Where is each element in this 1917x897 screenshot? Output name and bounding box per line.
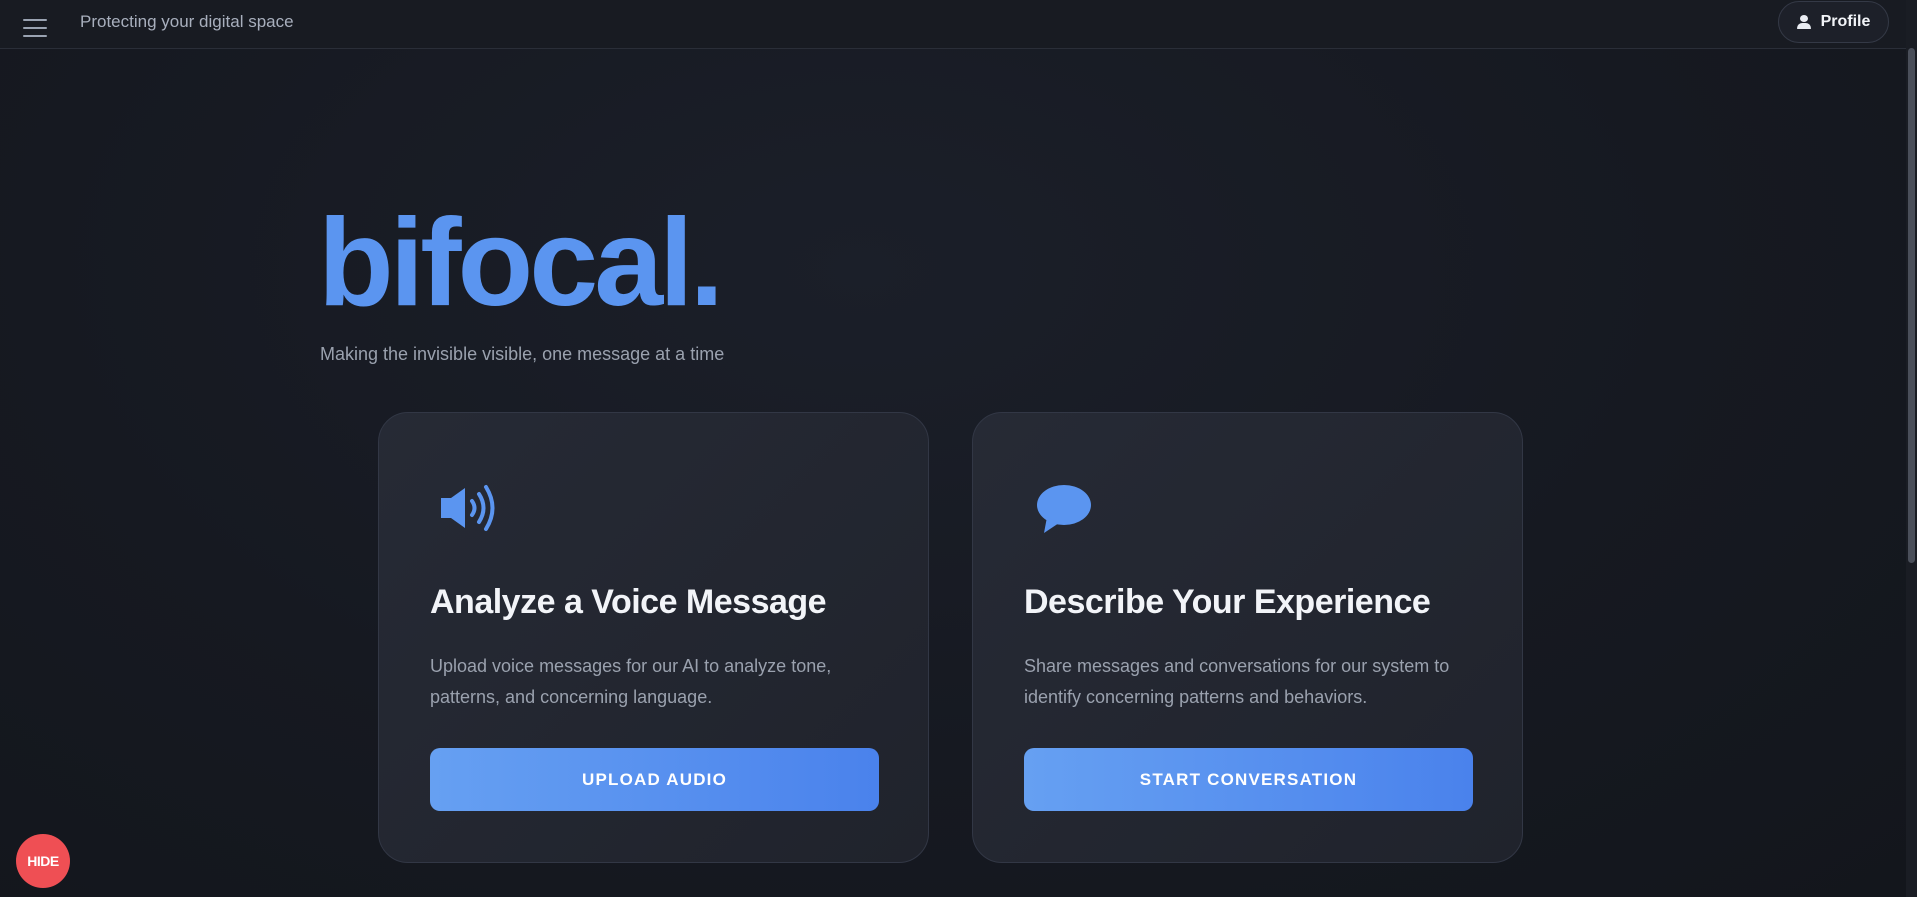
hide-button[interactable]: HIDE	[16, 834, 70, 888]
profile-button[interactable]: Profile	[1778, 1, 1889, 43]
voice-message-card: Analyze a Voice Message Upload voice mes…	[378, 412, 929, 863]
speech-bubble-icon	[1033, 481, 1095, 535]
speaker-icon	[439, 481, 501, 535]
describe-experience-card: Describe Your Experience Share messages …	[972, 412, 1523, 863]
menu-line	[23, 35, 47, 37]
profile-button-label: Profile	[1820, 13, 1871, 30]
menu-line	[23, 19, 47, 21]
brand-logo-text: bifocal.	[318, 194, 724, 332]
card-title: Analyze a Voice Message	[430, 583, 827, 621]
page: Protecting your digital space Profile bi…	[0, 0, 1917, 897]
header-tagline: Protecting your digital space	[80, 12, 294, 31]
scrollbar-thumb[interactable]	[1908, 48, 1915, 563]
upload-audio-button[interactable]: UPLOAD AUDIO	[430, 748, 879, 811]
hamburger-menu-icon[interactable]	[23, 19, 47, 37]
card-description: Upload voice messages for our AI to anal…	[430, 656, 832, 707]
person-icon	[1796, 15, 1811, 29]
vertical-scrollbar[interactable]	[1906, 0, 1917, 897]
top-bar: Protecting your digital space Profile	[0, 0, 1906, 49]
hero-subtitle: Making the invisible visible, one messag…	[320, 344, 725, 364]
menu-line	[23, 27, 47, 29]
card-title: Describe Your Experience	[1024, 583, 1431, 621]
start-conversation-button[interactable]: START CONVERSATION	[1024, 748, 1473, 811]
card-description: Share messages and conversations for our…	[1024, 656, 1450, 707]
